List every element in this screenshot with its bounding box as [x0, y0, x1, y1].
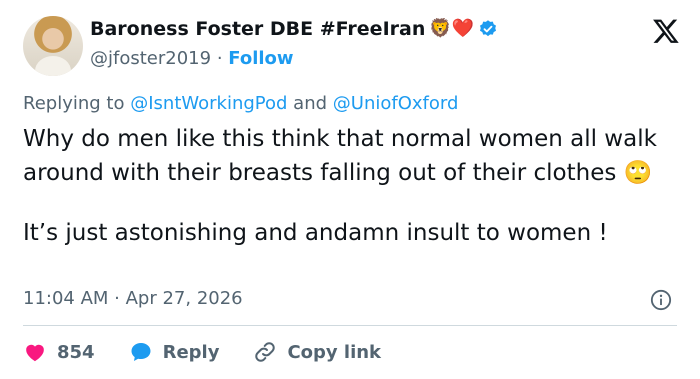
tweet-text: Why do men like this think that normal w… — [23, 122, 683, 250]
timestamp[interactable]: 11:04 AM · Apr 27, 2026 — [23, 288, 243, 309]
follow-button[interactable]: Follow — [228, 48, 293, 69]
reply-label: Reply — [162, 341, 220, 363]
like-count: 854 — [57, 341, 95, 363]
verified-badge-icon — [480, 20, 497, 37]
action-bar: 854 Reply Copy link — [23, 338, 415, 366]
replying-conjunction: and — [293, 93, 328, 114]
replying-prefix: Replying to — [23, 93, 125, 114]
mention-link[interactable]: @IsntWorkingPod — [130, 93, 287, 114]
divider — [23, 325, 677, 326]
separator: · — [216, 48, 223, 69]
mention-link[interactable]: @UniofOxford — [333, 93, 459, 114]
tweet-paragraph: Why do men like this think that normal w… — [23, 126, 657, 186]
tweet-paragraph: It’s just astonishing and andamn insult … — [23, 220, 608, 246]
avatar[interactable] — [23, 16, 83, 76]
speech-bubble-icon — [131, 343, 151, 361]
replying-to: Replying to @IsntWorkingPod and @UniofOx… — [23, 93, 458, 114]
heart-icon — [26, 344, 44, 362]
author-name-row: Baroness Foster DBE #FreeIran 🦁❤️ — [90, 18, 498, 40]
like-button[interactable]: 854 — [23, 340, 95, 364]
author-name[interactable]: Baroness Foster DBE #FreeIran — [90, 18, 425, 40]
info-icon[interactable] — [650, 289, 672, 311]
reply-button[interactable]: Reply — [129, 340, 220, 364]
x-logo-icon[interactable] — [652, 17, 680, 45]
author-name-emojis: 🦁❤️ — [429, 18, 475, 39]
link-icon — [255, 342, 276, 362]
author-handle[interactable]: @jfoster2019 — [90, 48, 211, 69]
author-handle-row: @jfoster2019 · Follow — [90, 48, 294, 69]
copy-link-label: Copy link — [287, 341, 382, 363]
copy-link-button[interactable]: Copy link — [253, 340, 381, 364]
